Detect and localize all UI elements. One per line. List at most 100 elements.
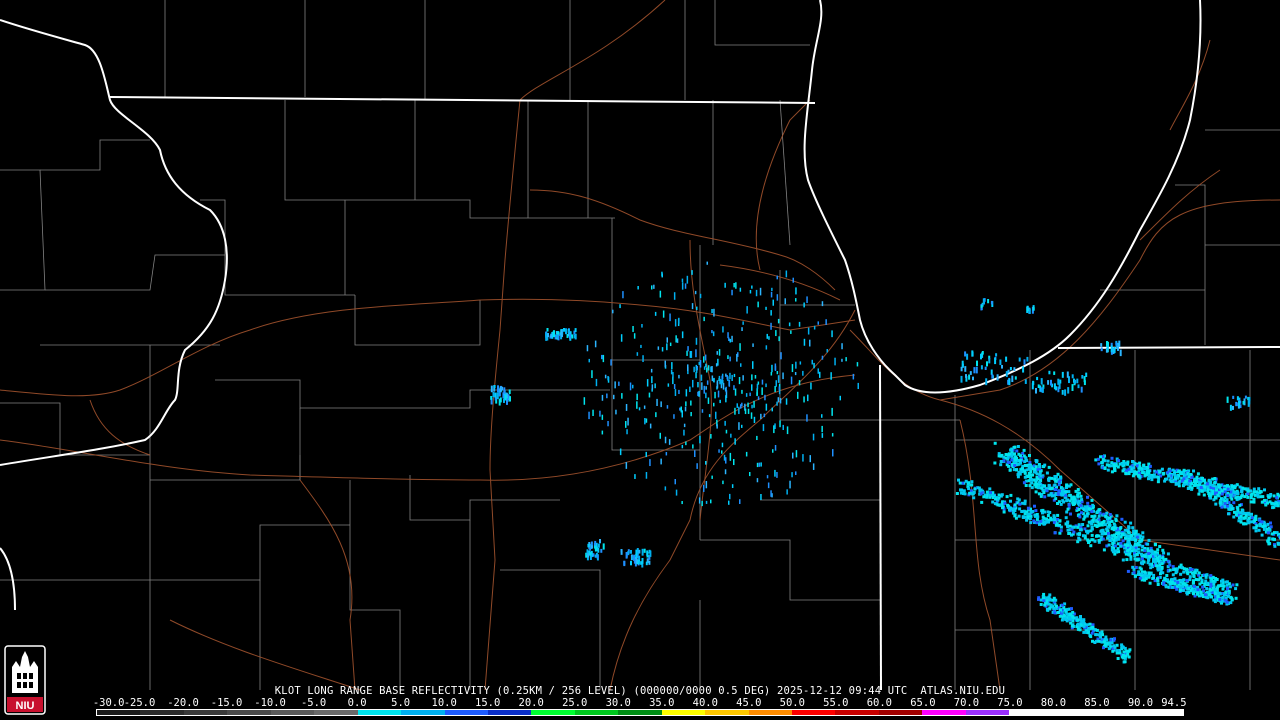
colorbar-segment — [835, 710, 879, 715]
radar-return — [1218, 501, 1222, 505]
radar-return — [1152, 557, 1155, 561]
radar-return — [1038, 481, 1041, 485]
radar-return — [1077, 523, 1081, 527]
radar-return — [729, 493, 731, 500]
radar-return — [698, 497, 701, 504]
radar-return — [595, 378, 598, 387]
radar-return — [607, 376, 609, 381]
radar-return — [825, 319, 827, 325]
radar-return — [997, 452, 1001, 456]
radar-return — [1034, 470, 1038, 474]
radar-return — [789, 480, 791, 489]
radar-return — [1173, 577, 1177, 581]
radar-return — [1030, 481, 1034, 485]
radar-return — [493, 385, 496, 389]
radar-return — [1132, 529, 1136, 533]
radar-return — [1138, 461, 1142, 465]
radar-return — [1028, 308, 1031, 314]
radar-return — [1018, 502, 1022, 506]
radar-return — [1234, 496, 1238, 500]
radar-return — [1121, 532, 1125, 536]
radar-return — [1121, 645, 1125, 649]
radar-return — [993, 461, 997, 465]
radar-return — [692, 444, 694, 449]
radar-return — [962, 489, 966, 493]
radar-return — [703, 356, 705, 363]
radar-return — [752, 343, 754, 347]
radar-return — [1095, 525, 1099, 528]
radar-return — [1029, 521, 1033, 525]
radar-return — [625, 552, 628, 558]
radar-return — [556, 334, 559, 338]
radar-return — [1138, 540, 1142, 543]
colorbar-label: 80.0 — [1040, 697, 1067, 709]
radar-return — [1226, 484, 1229, 488]
radar-return — [1183, 482, 1187, 486]
radar-return — [1015, 449, 1019, 453]
radar-return — [970, 480, 974, 484]
radar-return — [587, 543, 590, 548]
radar-return — [1104, 514, 1108, 518]
radar-return — [1269, 521, 1272, 525]
radar-return — [1161, 571, 1165, 575]
radar-return — [1194, 480, 1198, 483]
radar-return — [1239, 517, 1243, 521]
radar-return — [594, 340, 597, 348]
radar-return — [1218, 598, 1222, 601]
radar-return — [1053, 477, 1057, 481]
radar-return — [602, 354, 605, 363]
radar-return — [1186, 572, 1190, 576]
radar-return — [1056, 513, 1060, 517]
radar-return — [1177, 585, 1181, 589]
radar-return — [1129, 557, 1133, 561]
radar-return — [1234, 587, 1238, 591]
radar-return — [733, 385, 735, 391]
colorbar-label: 65.0 — [910, 697, 936, 709]
radar-return — [774, 363, 777, 371]
radar-return — [784, 298, 786, 305]
radar-return — [1206, 596, 1210, 600]
radar-return — [1089, 544, 1093, 548]
radar-return — [757, 301, 759, 308]
radar-return — [672, 372, 674, 378]
radar-return — [718, 449, 720, 453]
radar-return — [1026, 356, 1029, 362]
radar-return — [672, 376, 674, 385]
radar-return — [1113, 467, 1116, 471]
radar-return — [1097, 534, 1101, 538]
radar-return — [1100, 347, 1103, 352]
radar-return — [669, 313, 671, 322]
radar-return — [1006, 456, 1010, 460]
radar-return — [721, 450, 723, 454]
radar-return — [1223, 499, 1227, 503]
colorbar-segment — [1096, 710, 1140, 715]
radar-return — [1221, 596, 1225, 599]
radar-return — [1126, 541, 1130, 545]
radar-return — [1221, 587, 1225, 591]
radar-return — [1085, 514, 1089, 518]
reflectivity-colorbar — [96, 709, 1184, 716]
radar-return — [497, 385, 499, 393]
radar-return — [1248, 520, 1251, 524]
radar-return — [715, 363, 718, 367]
radar-return — [1090, 527, 1094, 531]
radar-return — [1106, 345, 1109, 351]
radar-return — [1106, 459, 1110, 463]
radar-return — [1031, 510, 1035, 513]
radar-return — [960, 366, 963, 372]
radar-return — [711, 366, 713, 373]
radar-return — [695, 368, 698, 373]
niu-logo-text: NIU — [16, 700, 35, 712]
radar-return — [1041, 508, 1045, 512]
radar-return — [1055, 523, 1059, 527]
radar-return — [1151, 551, 1155, 555]
radar-return — [957, 478, 960, 482]
radar-return — [960, 488, 964, 492]
radar-return — [1033, 483, 1037, 487]
radar-return — [1269, 525, 1273, 529]
radar-return — [660, 401, 662, 408]
radar-return — [1120, 517, 1124, 521]
radar-return — [724, 420, 726, 426]
radar-return — [1139, 561, 1143, 565]
radar-return — [1059, 525, 1063, 529]
